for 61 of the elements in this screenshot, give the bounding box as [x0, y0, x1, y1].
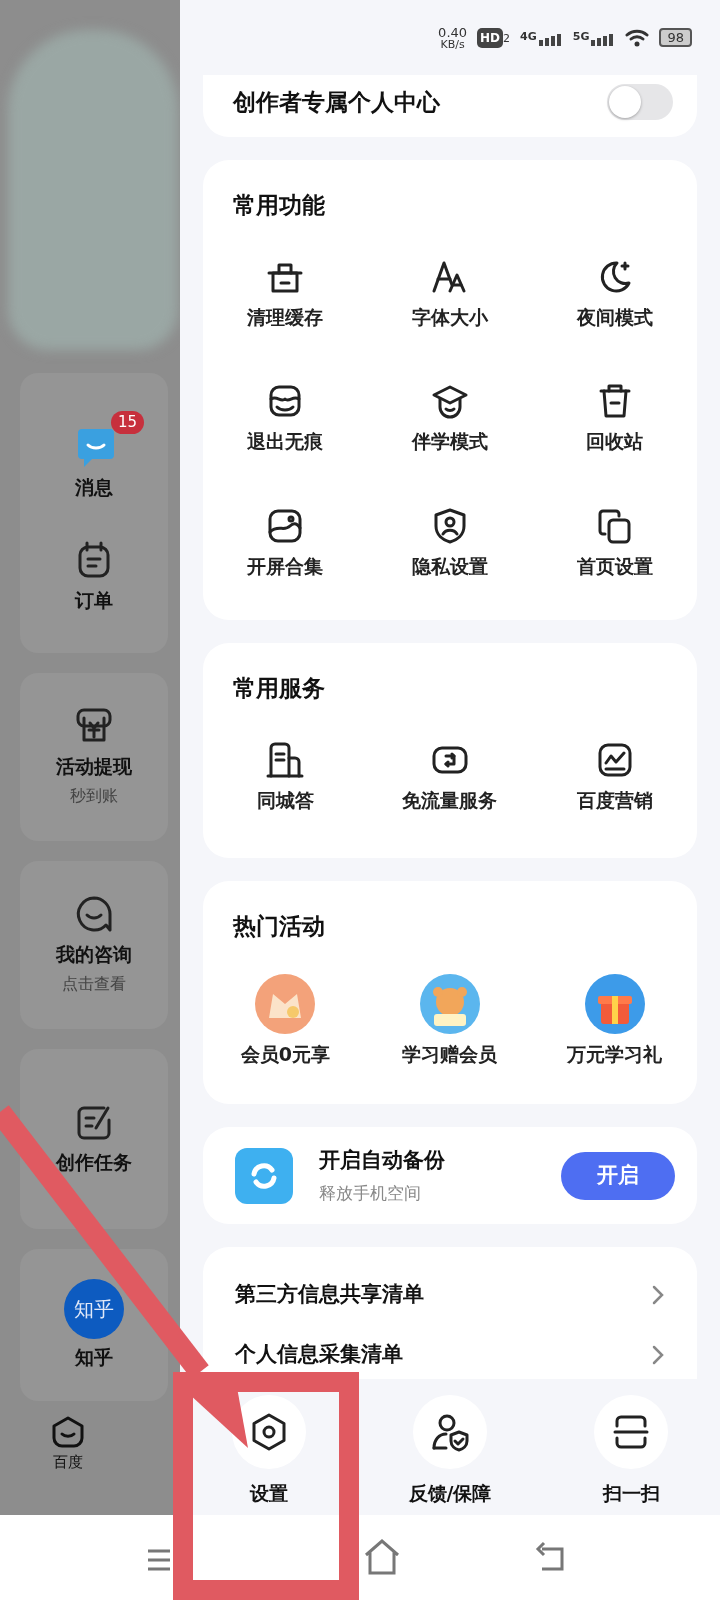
list-item[interactable]: 个人信息采集清单	[235, 1325, 665, 1379]
activity-item[interactable]: 学习赠会员	[367, 973, 533, 1068]
menu-item[interactable]: 活动提现 秒到账	[56, 705, 132, 809]
wifi-icon	[625, 27, 650, 48]
menu-item[interactable]: 创作任务	[56, 1101, 132, 1177]
function-item[interactable]: 伴学模式	[367, 381, 533, 456]
function-item[interactable]: 免流量服务	[367, 739, 533, 814]
chevron-icon	[651, 1284, 665, 1306]
function-item[interactable]: 字体大小	[367, 256, 533, 331]
menu-item[interactable]: 订单	[74, 540, 114, 615]
menu-item[interactable]: 15 消息	[40, 411, 148, 502]
function-item[interactable]: 夜间模式	[532, 256, 697, 331]
section-title: 常用功能	[232, 191, 326, 220]
function-item[interactable]: 首页设置	[532, 505, 697, 580]
signal-icon	[538, 33, 563, 46]
signal-icon	[591, 33, 616, 46]
section-title: 热门活动	[231, 912, 326, 941]
sim-number: 2	[503, 31, 511, 47]
battery-level: 98	[659, 27, 692, 48]
logo: 知乎	[64, 1278, 124, 1339]
function-item[interactable]: 退出无痕	[203, 381, 368, 456]
hd-badge: HD	[477, 27, 504, 48]
back-icon	[534, 1541, 564, 1571]
speed-unit: KB/s	[440, 38, 465, 50]
menu-label: 知乎	[75, 1344, 113, 1370]
backup-title: 开启自动备份	[319, 1147, 446, 1174]
backup-subtitle: 释放手机空间	[319, 1181, 422, 1205]
menu-item[interactable]: 我的咨询 点击查看	[56, 893, 132, 997]
count-badge: 15	[110, 411, 144, 434]
function-item[interactable]: 回收站	[532, 381, 697, 456]
sync-app-icon	[235, 1147, 293, 1204]
menu-sublabel: 点击查看	[62, 973, 126, 996]
function-item[interactable]: 隐私设置	[367, 505, 533, 580]
menu-item[interactable]: 知乎 知乎	[64, 1278, 124, 1372]
tab-item[interactable]: 百度	[50, 1415, 86, 1474]
enable-button[interactable]: 开启	[561, 1151, 675, 1200]
toggle-label: 创作者专属个人中心	[233, 87, 440, 117]
network-type: 5G	[572, 29, 590, 46]
function-item[interactable]: 百度营销	[532, 739, 697, 814]
activity-item[interactable]: 万元学习礼	[532, 973, 697, 1068]
user-shield-icon	[430, 1412, 470, 1452]
menu-icon	[148, 1549, 170, 1571]
menu-sublabel: 秒到账	[70, 785, 118, 808]
list-item[interactable]: 第三方信息共享清单	[235, 1265, 665, 1325]
activity-item[interactable]: 会员0元享	[203, 973, 368, 1068]
menu-label: 订单	[75, 588, 113, 614]
function-item[interactable]: 同城答	[203, 739, 368, 814]
home-icon	[50, 1415, 86, 1449]
network-type: 4G	[520, 29, 537, 46]
chevron-icon	[651, 1344, 665, 1366]
menu-label: 我的咨询	[56, 941, 132, 967]
home-icon	[364, 1539, 400, 1575]
menu-label: 活动提现	[56, 753, 132, 779]
menu-label: 创作任务	[56, 1149, 132, 1175]
network-speed: 0.40	[438, 25, 468, 39]
menu-label: 消息	[75, 475, 113, 501]
function-item[interactable]: 开屏合集	[203, 505, 368, 580]
tab-label: 百度	[53, 1452, 83, 1473]
section-title: 常用服务	[232, 674, 326, 703]
toggle-switch[interactable]	[607, 84, 673, 120]
function-item[interactable]: 清理缓存	[203, 256, 368, 331]
